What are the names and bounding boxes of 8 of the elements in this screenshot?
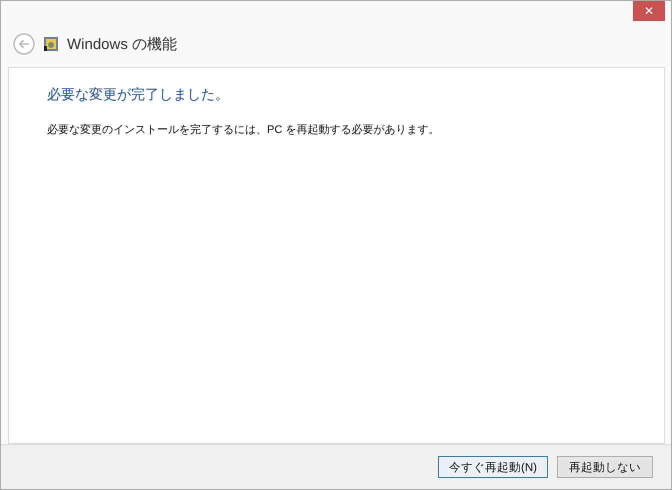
back-icon[interactable] [13, 33, 35, 55]
message: 必要な変更のインストールを完了するには、PC を再起動する必要があります。 [47, 122, 440, 137]
restart-now-button[interactable]: 今すぐ再起動(N) [438, 456, 548, 478]
app-icon [43, 36, 59, 52]
close-button[interactable]: ✕ [633, 1, 665, 21]
restart-later-button[interactable]: 再起動しない [557, 456, 653, 478]
heading: 必要な変更が完了しました。 [47, 86, 230, 104]
window-title: Windows の機能 [67, 34, 178, 54]
